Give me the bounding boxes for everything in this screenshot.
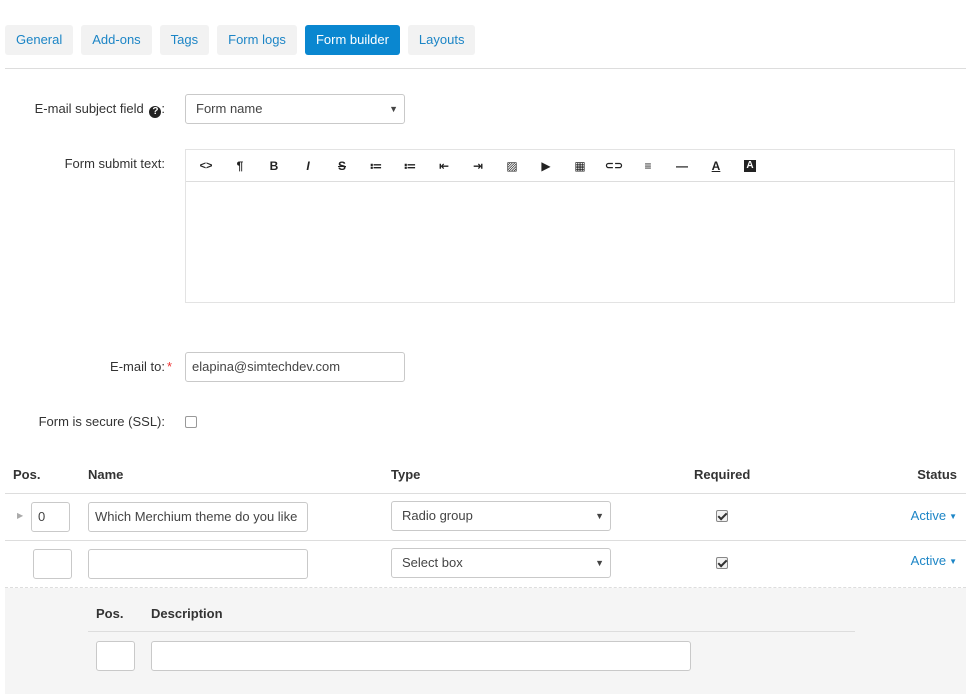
tab-layouts[interactable]: Layouts (407, 25, 476, 55)
editor-content-area[interactable] (186, 182, 954, 302)
col-header-required: Required (694, 467, 751, 482)
dropdown-arrow-icon: ▼ (389, 104, 398, 114)
caret-down-icon: ▼ (949, 557, 957, 566)
row-pos-input[interactable] (33, 549, 72, 579)
col-header-type: Type (391, 467, 421, 482)
link-icon[interactable]: ⊂⊃ (597, 152, 631, 180)
row-type-select[interactable]: Select box ▼ (391, 548, 611, 578)
dropdown-arrow-icon: ▼ (595, 511, 604, 521)
email-to-label: E-mail to: * (110, 359, 172, 374)
unordered-list-icon[interactable]: ≔ (359, 152, 393, 180)
tab-general[interactable]: General (5, 25, 74, 55)
background-color-icon[interactable]: A (733, 152, 767, 180)
row-status-dropdown[interactable]: Active ▼ (911, 508, 957, 523)
expand-row-icon[interactable]: ▶ (17, 511, 23, 520)
ordered-list-icon[interactable]: ≔ (393, 152, 427, 180)
variant-col-header-description: Description (151, 606, 223, 621)
dropdown-arrow-icon: ▼ (595, 558, 604, 568)
strikethrough-icon[interactable]: S (325, 152, 359, 180)
tab-tags[interactable]: Tags (159, 25, 210, 55)
tab-form-logs[interactable]: Form logs (217, 25, 297, 55)
row-name-input[interactable]: Which Merchium theme do you like (88, 502, 308, 532)
video-icon[interactable]: ▶ (529, 152, 563, 180)
variant-description-input[interactable] (151, 641, 691, 671)
variant-pos-input[interactable] (96, 641, 135, 671)
col-header-name: Name (88, 467, 124, 482)
horizontal-rule-icon[interactable]: — (665, 152, 699, 180)
email-to-input[interactable]: elapina@simtechdev.com (185, 352, 405, 382)
row-status-dropdown[interactable]: Active ▼ (911, 553, 957, 568)
help-icon[interactable]: ? (149, 106, 162, 118)
variant-header-divider (88, 631, 855, 632)
variant-col-header-pos: Pos. (96, 606, 124, 621)
indent-icon[interactable]: ⇥ (461, 152, 495, 180)
rich-text-editor: <> ¶ B I S ≔ ≔ ⇤ ⇥ ▨ ▶ ▦ ⊂⊃ ≡ — A A (185, 149, 955, 303)
paragraph-icon[interactable]: ¶ (223, 152, 257, 180)
editor-toolbar: <> ¶ B I S ≔ ≔ ⇤ ⇥ ▨ ▶ ▦ ⊂⊃ ≡ — A A (186, 150, 954, 182)
font-color-icon[interactable]: A (699, 152, 733, 180)
tab-bar: General Add-ons Tags Form logs Form buil… (5, 25, 476, 55)
caret-down-icon: ▼ (949, 512, 957, 521)
outdent-icon[interactable]: ⇤ (427, 152, 461, 180)
row-name-input[interactable] (88, 549, 308, 579)
row-type-select[interactable]: Radio group ▼ (391, 501, 611, 531)
html-code-icon[interactable]: <> (189, 152, 223, 180)
tab-divider (5, 68, 966, 69)
align-icon[interactable]: ≡ (631, 152, 665, 180)
ssl-label: Form is secure (SSL): (38, 414, 165, 429)
email-subject-select[interactable]: Form name ▼ (185, 94, 405, 124)
italic-icon[interactable]: I (291, 152, 325, 180)
table-header-divider (5, 493, 966, 494)
row-required-checkbox[interactable] (716, 557, 728, 569)
required-mark: * (166, 359, 172, 374)
email-subject-label: E-mail subject field ?: (34, 101, 165, 118)
form-submit-text-label: Form submit text: (64, 156, 165, 171)
table-icon[interactable]: ▦ (563, 152, 597, 180)
row-divider (5, 540, 966, 541)
tab-form-builder[interactable]: Form builder (304, 25, 400, 55)
ssl-checkbox[interactable] (185, 416, 197, 428)
variants-panel: Pos. Description (5, 588, 966, 694)
row-required-checkbox[interactable] (716, 510, 728, 522)
row-pos-input[interactable]: 0 (31, 502, 70, 532)
tab-add-ons[interactable]: Add-ons (81, 25, 152, 55)
bold-icon[interactable]: B (257, 152, 291, 180)
image-icon[interactable]: ▨ (495, 152, 529, 180)
col-header-status: Status (917, 467, 957, 482)
col-header-pos: Pos. (13, 467, 41, 482)
